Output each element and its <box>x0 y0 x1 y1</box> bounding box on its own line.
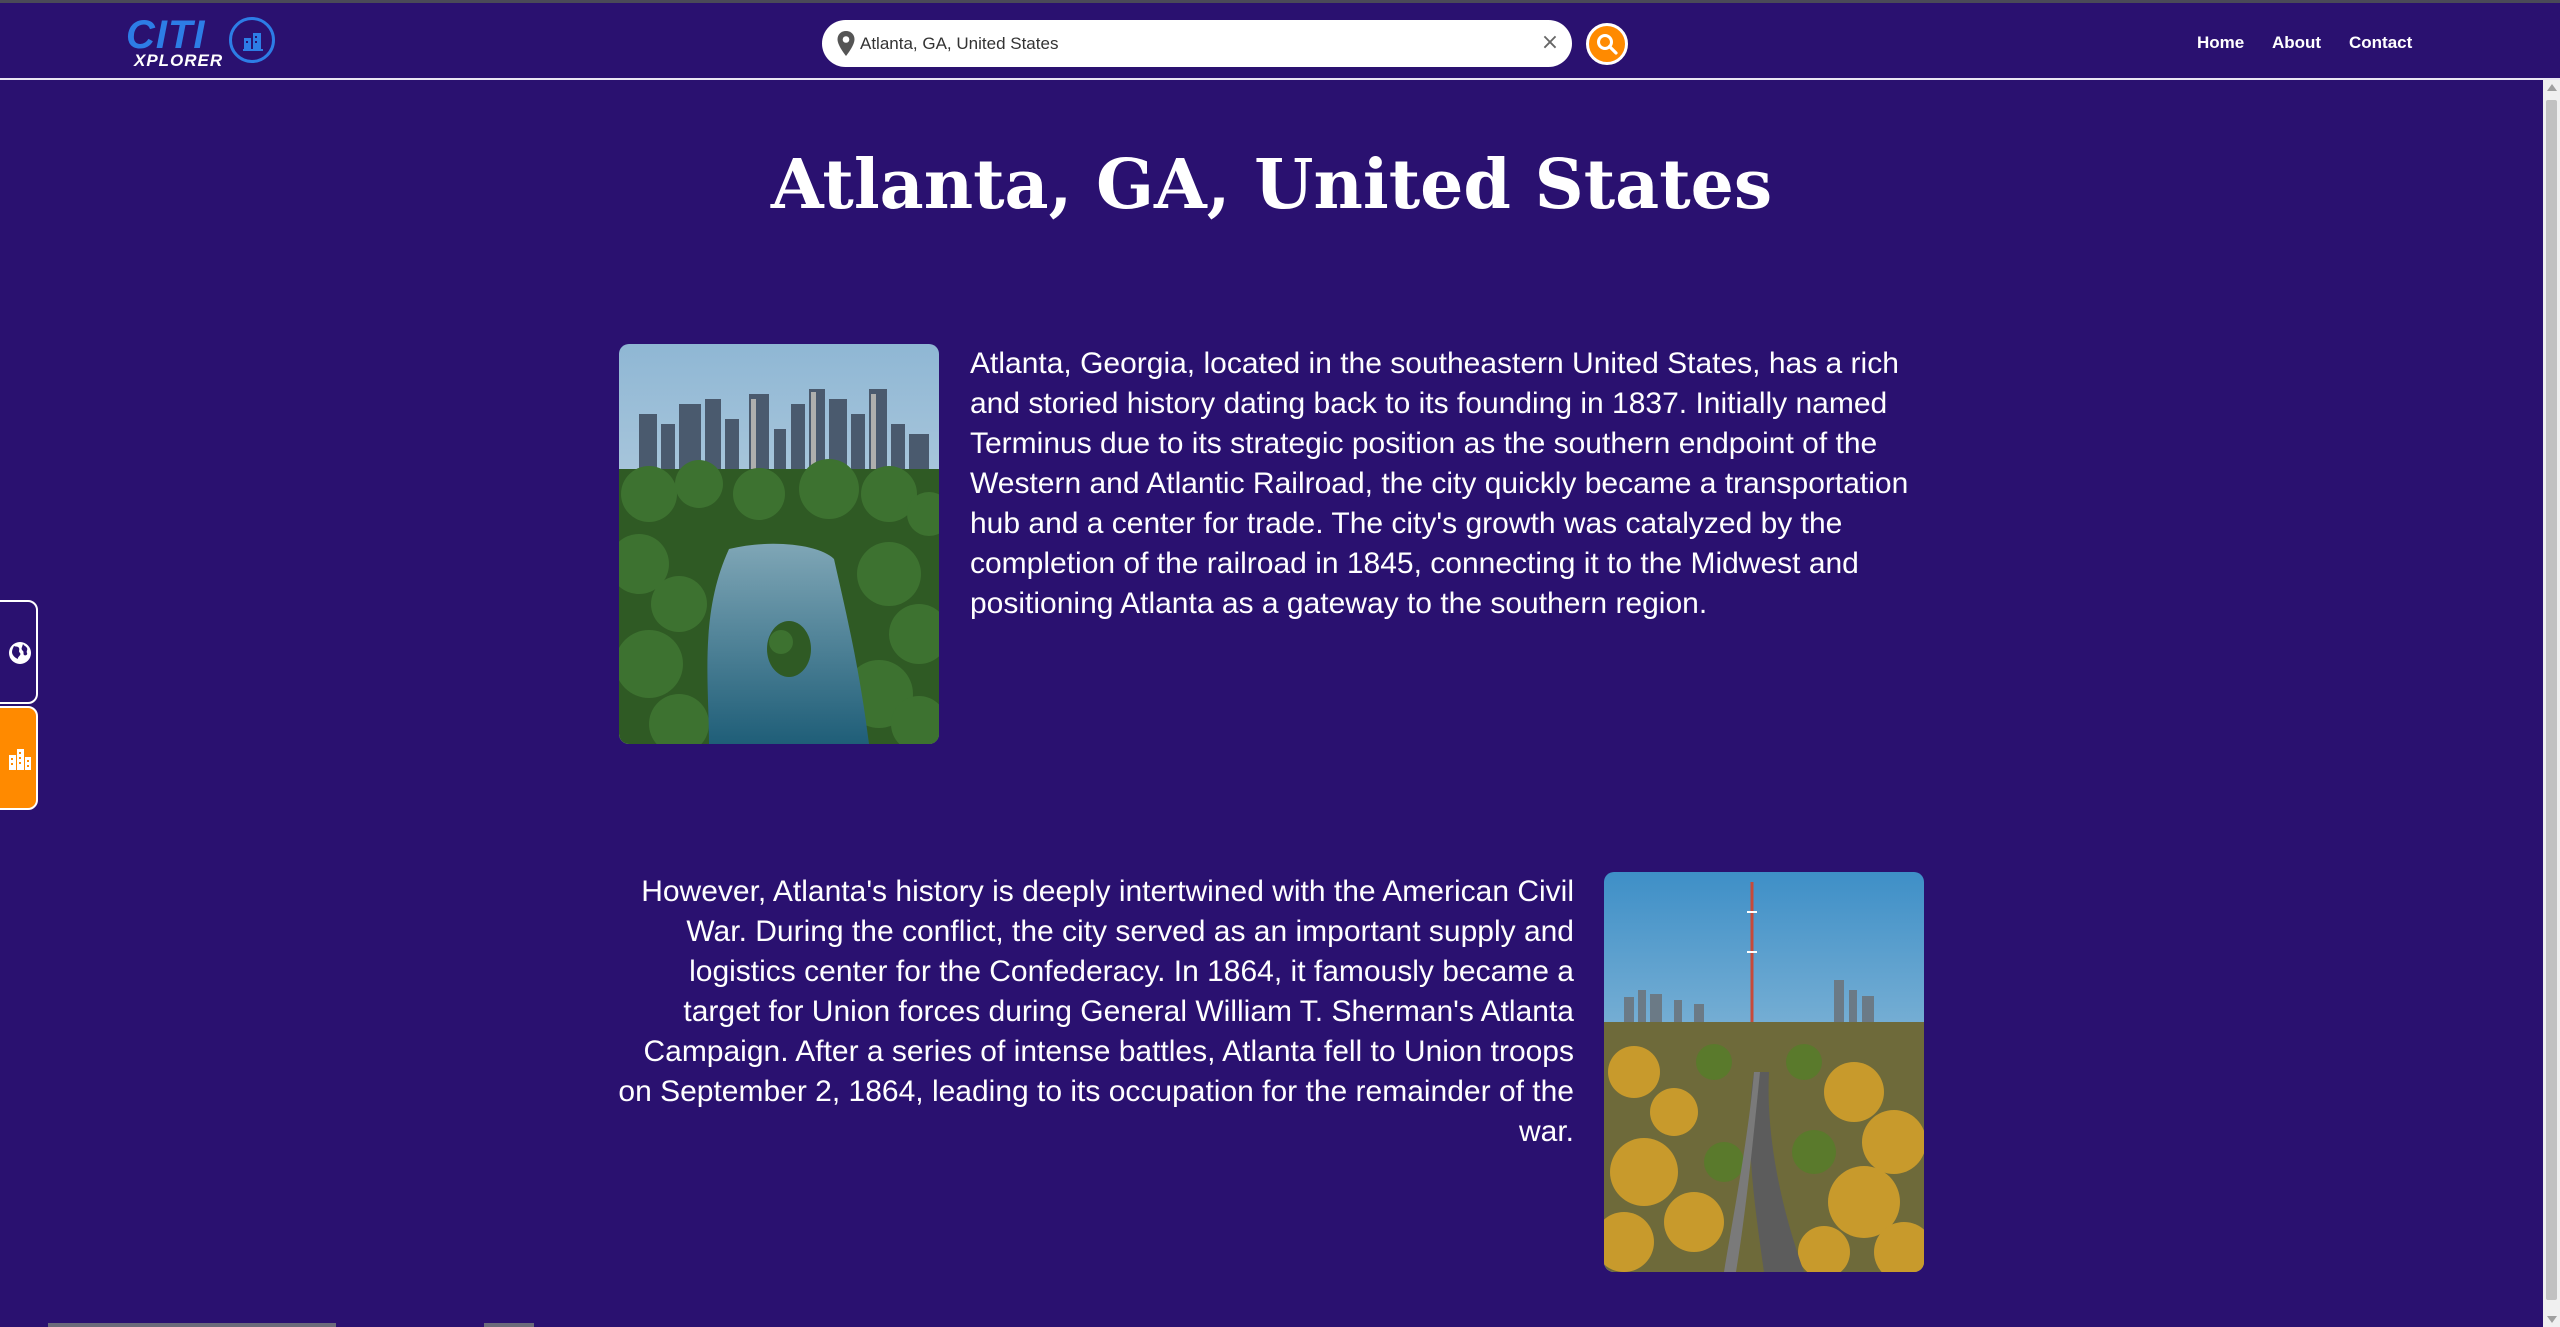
search-box: × <box>822 20 1572 67</box>
search-icon <box>1597 34 1618 55</box>
nav-contact-link[interactable]: Contact <box>2349 33 2412 53</box>
nav-about-link[interactable]: About <box>2272 33 2321 53</box>
search-button[interactable] <box>1586 23 1628 65</box>
page-title: Atlanta, GA, United States <box>770 145 1773 225</box>
side-tab-globe[interactable] <box>0 600 38 704</box>
side-tab-city[interactable] <box>0 706 38 810</box>
location-pin-icon <box>837 31 855 56</box>
horizontal-scroll-hint-2 <box>484 1323 534 1327</box>
atlanta-highway-photo <box>1604 872 1924 1272</box>
horizontal-scroll-hint <box>48 1323 336 1327</box>
logo-xplorer-text: XPLORER <box>134 51 224 70</box>
top-navbar: CITI XPLORER × Home <box>0 3 2560 80</box>
logo-building-icon <box>229 17 275 63</box>
atlanta-lake-photo <box>619 344 939 744</box>
search-bar: × <box>822 20 1572 67</box>
search-input[interactable] <box>860 26 1520 62</box>
globe-icon <box>9 642 31 664</box>
history-paragraph-2: However, Atlanta's history is deeply int… <box>618 875 1574 1148</box>
history-paragraph-1: Atlanta, Georgia, located in the southea… <box>970 347 1909 620</box>
scroll-up-arrow-icon[interactable] <box>2547 84 2557 91</box>
scroll-down-arrow-icon[interactable] <box>2547 1316 2557 1323</box>
site-logo[interactable]: CITI XPLORER <box>126 13 286 73</box>
clear-icon[interactable]: × <box>1538 31 1562 55</box>
city-icon <box>9 749 31 770</box>
vertical-scrollbar[interactable] <box>2543 80 2560 1327</box>
nav-home-link[interactable]: Home <box>2197 33 2244 53</box>
scroll-thumb[interactable] <box>2546 100 2557 1300</box>
